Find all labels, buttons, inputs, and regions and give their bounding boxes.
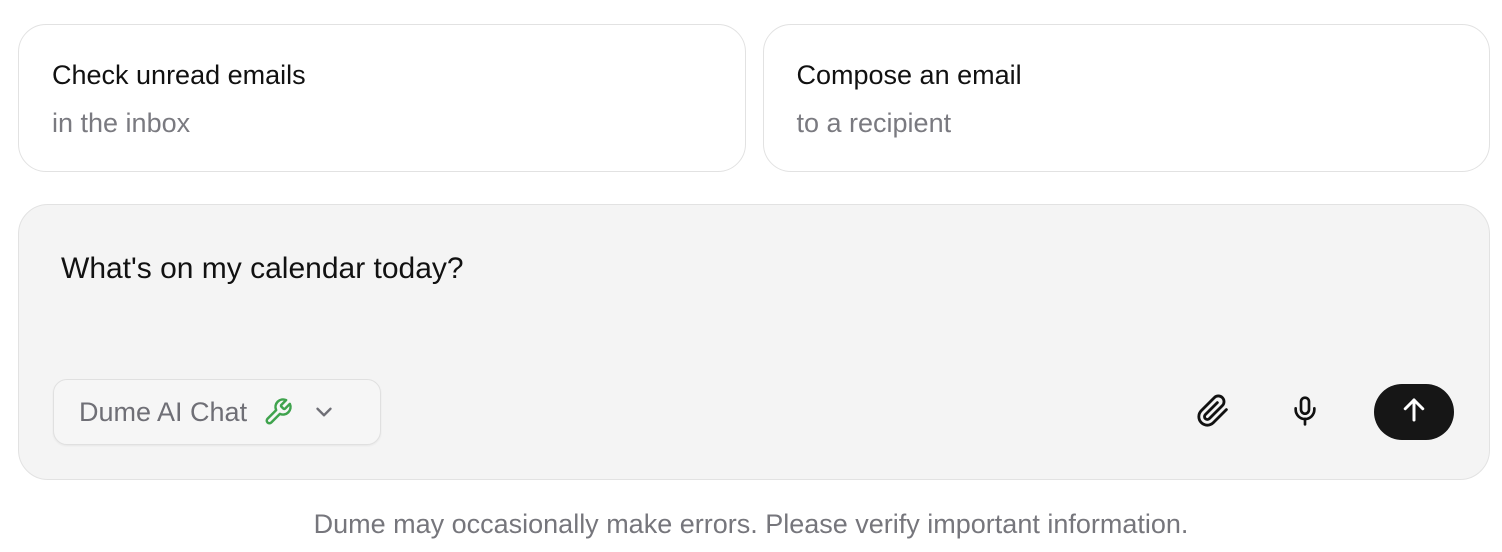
send-button[interactable] — [1374, 384, 1454, 440]
microphone-icon — [1289, 395, 1321, 432]
model-label: Dume AI Chat — [79, 396, 248, 427]
suggestion-subtitle: to a recipient — [796, 108, 952, 138]
chat-composer: Dume AI Chat — [18, 204, 1490, 480]
suggestion-card-compose-email[interactable]: Compose an email to a recipient — [762, 24, 1490, 172]
attach-button[interactable] — [1185, 385, 1241, 441]
paperclip-icon — [1196, 394, 1230, 433]
suggestion-card-check-unread-emails[interactable]: Check unread emails in the inbox — [18, 24, 746, 172]
chevron-down-icon — [311, 399, 337, 425]
suggestion-title: Compose an email — [796, 60, 1022, 90]
model-selector[interactable]: Dume AI Chat — [53, 379, 381, 445]
disclaimer-text: Dume may occasionally make errors. Pleas… — [313, 509, 1189, 539]
suggestion-subtitle: in the inbox — [52, 108, 191, 138]
suggestion-list: Check unread emails in the inbox Compose… — [18, 24, 1490, 172]
suggestion-title: Check unread emails — [52, 60, 306, 90]
arrow-up-icon — [1399, 395, 1429, 430]
microphone-button[interactable] — [1277, 385, 1333, 441]
message-input[interactable] — [61, 247, 1441, 291]
wrench-icon — [263, 397, 293, 427]
